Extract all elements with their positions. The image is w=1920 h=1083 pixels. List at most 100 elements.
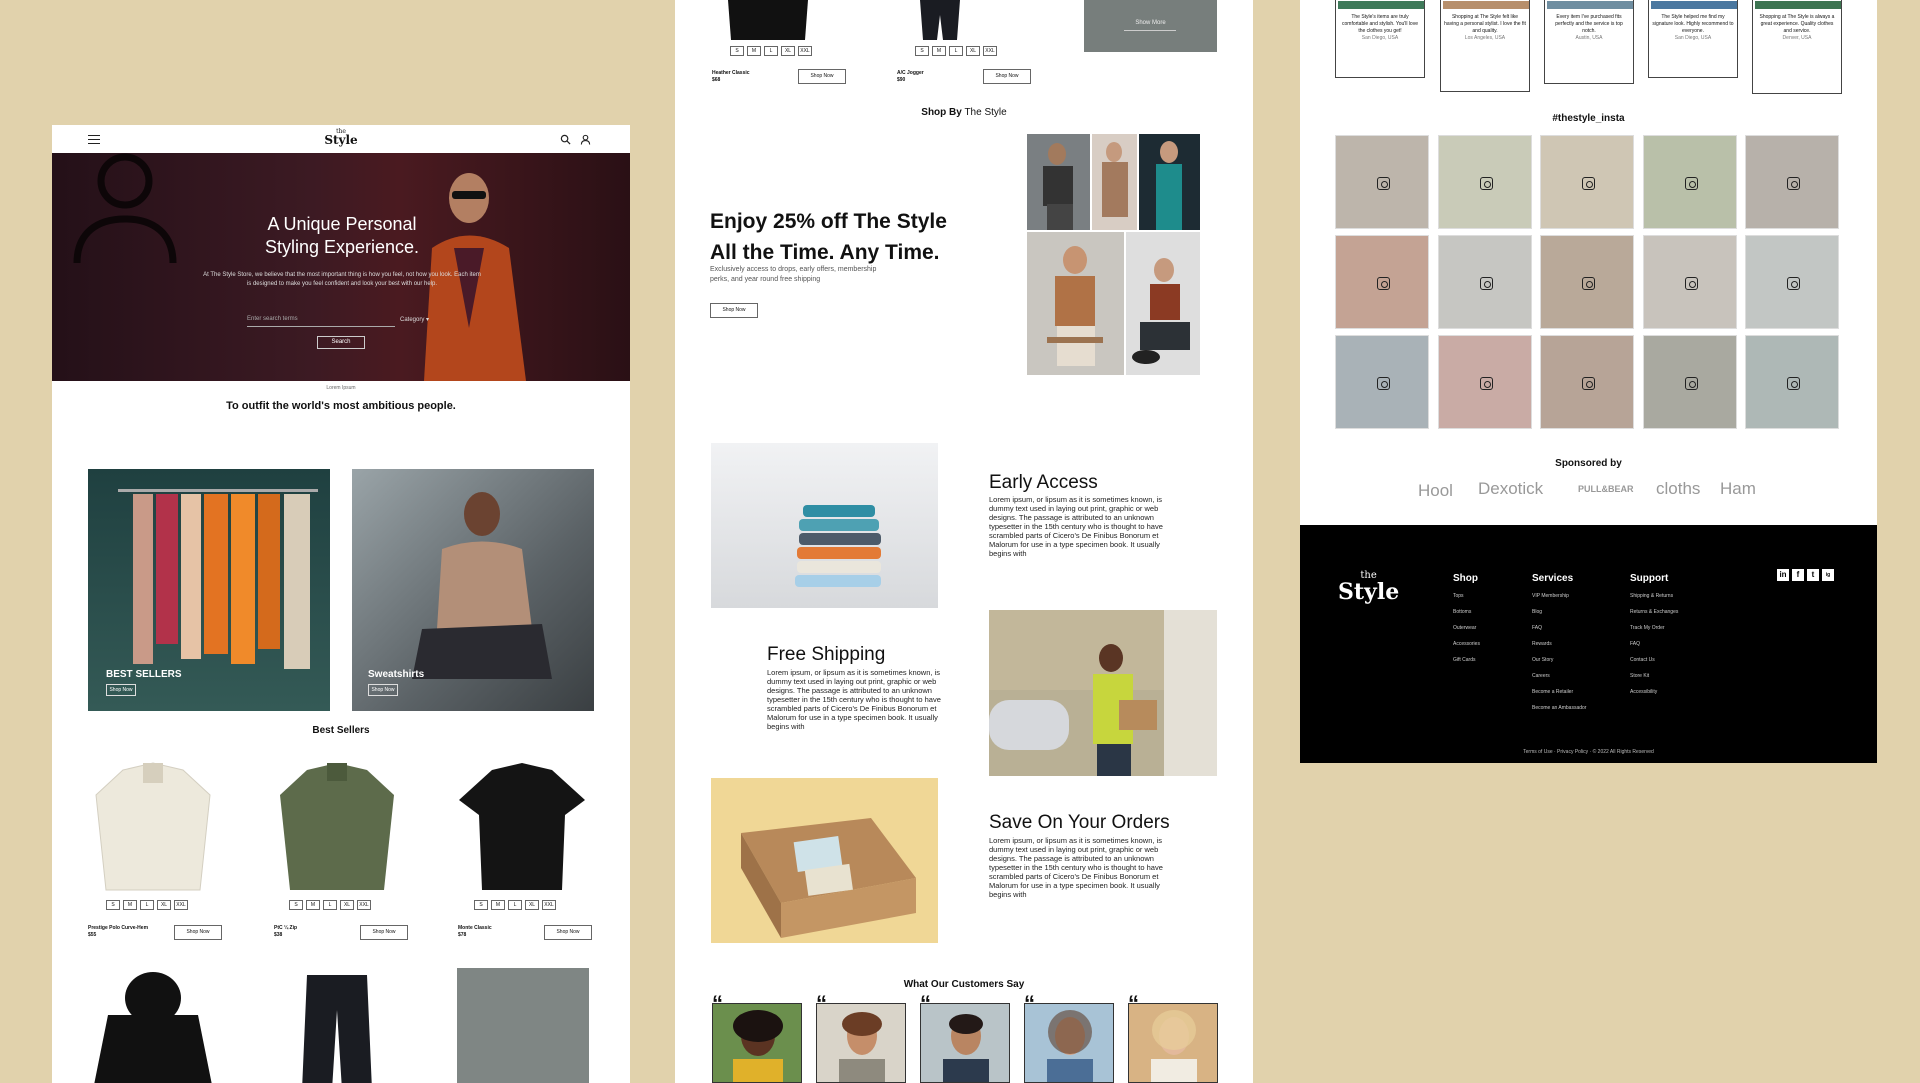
footer-link[interactable]: Rewards (1532, 636, 1586, 652)
footer-link[interactable]: Our Story (1532, 652, 1586, 668)
footer-link[interactable]: Returns & Exchanges (1630, 604, 1678, 620)
instagram-post[interactable] (1438, 235, 1532, 329)
sweatshirts-card[interactable]: Sweatshirts Shop Now (352, 469, 594, 711)
shop-now-button[interactable]: Shop Now (798, 69, 846, 84)
footer-link[interactable]: Become an Ambassador (1532, 700, 1586, 716)
instagram-post[interactable] (1643, 335, 1737, 429)
instagram-post[interactable] (1335, 135, 1429, 229)
instagram-post[interactable] (1745, 135, 1839, 229)
sponsor-logo[interactable]: Ham (1720, 479, 1756, 499)
shop-now-button[interactable]: Shop Now (360, 925, 408, 940)
footer-link[interactable]: Outerwear (1453, 620, 1480, 636)
size-option[interactable]: XXL (798, 46, 812, 56)
style-photo[interactable] (1126, 232, 1200, 375)
category-dropdown[interactable]: Category ▾ (400, 316, 429, 323)
instagram-post[interactable] (1540, 235, 1634, 329)
size-option[interactable]: S (915, 46, 929, 56)
instagram-post[interactable] (1335, 235, 1429, 329)
instagram-post[interactable] (1745, 235, 1839, 329)
instagram-post[interactable] (1540, 135, 1634, 229)
size-option[interactable]: XL (340, 900, 354, 910)
instagram-post[interactable] (1643, 235, 1737, 329)
product-image[interactable] (272, 970, 402, 1083)
shop-now-button[interactable]: Shop Now (544, 925, 592, 940)
shop-now-button[interactable]: Shop Now (983, 69, 1031, 84)
shop-now-button[interactable]: Shop Now (106, 684, 136, 696)
size-option[interactable]: L (140, 900, 154, 910)
size-option[interactable]: L (949, 46, 963, 56)
size-option[interactable]: L (323, 900, 337, 910)
search-input[interactable]: Enter search terms (247, 313, 395, 327)
style-photo[interactable] (1092, 134, 1137, 230)
size-option[interactable]: M (123, 900, 137, 910)
show-more-card[interactable]: Show More (1084, 0, 1217, 52)
size-option[interactable]: S (106, 900, 120, 910)
style-photo[interactable] (1139, 134, 1200, 230)
footer-link[interactable]: Accessibility (1630, 684, 1678, 700)
size-option[interactable]: XL (781, 46, 795, 56)
footer-link[interactable]: Become a Retailer (1532, 684, 1586, 700)
instagram-post[interactable] (1438, 335, 1532, 429)
size-option[interactable]: S (730, 46, 744, 56)
sponsor-logo[interactable]: Hool (1418, 481, 1453, 501)
size-option[interactable]: XXL (542, 900, 556, 910)
size-option[interactable]: M (306, 900, 320, 910)
twitter-icon[interactable]: t (1807, 569, 1819, 581)
size-option[interactable]: XXL (174, 900, 188, 910)
size-option[interactable]: XL (157, 900, 171, 910)
size-option[interactable]: L (508, 900, 522, 910)
instagram-post[interactable] (1438, 135, 1532, 229)
footer-link[interactable]: Blog (1532, 604, 1586, 620)
footer-link[interactable]: Shipping & Returns (1630, 588, 1678, 604)
logo[interactable]: the Style (52, 129, 630, 147)
linkedin-icon[interactable]: in (1777, 569, 1789, 581)
footer-link[interactable]: Careers (1532, 668, 1586, 684)
footer-link[interactable]: FAQ (1630, 636, 1678, 652)
search-icon[interactable] (559, 133, 571, 145)
size-option[interactable]: XL (966, 46, 980, 56)
size-option[interactable]: M (747, 46, 761, 56)
footer-link[interactable]: Bottoms (1453, 604, 1480, 620)
footer-link[interactable]: FAQ (1532, 620, 1586, 636)
shop-now-button[interactable]: Shop Now (174, 925, 222, 940)
instagram-icon[interactable]: ig (1822, 569, 1834, 581)
footer-logo[interactable]: the Style (1338, 571, 1399, 604)
best-sellers-card[interactable]: BEST SELLERS Shop Now (88, 469, 330, 711)
sponsor-logo[interactable]: Dexotick (1478, 479, 1543, 499)
sponsor-logo[interactable]: PULL&BEAR (1578, 484, 1634, 494)
style-photo[interactable] (1027, 232, 1124, 375)
instagram-post[interactable] (1643, 135, 1737, 229)
show-more-link[interactable]: Show More (1084, 20, 1217, 26)
style-photo[interactable] (1027, 134, 1090, 230)
sponsor-logo[interactable]: cloths (1656, 479, 1700, 499)
footer-link[interactable]: Accessories (1453, 636, 1480, 652)
shop-now-button[interactable]: Shop Now (710, 303, 758, 318)
size-option[interactable]: S (289, 900, 303, 910)
size-option[interactable]: XL (525, 900, 539, 910)
search-button[interactable]: Search (317, 336, 365, 349)
footer-link[interactable]: Contact Us (1630, 652, 1678, 668)
size-option[interactable]: XXL (983, 46, 997, 56)
instagram-post[interactable] (1335, 335, 1429, 429)
footer-link[interactable]: Gift Cards (1453, 652, 1480, 668)
footer-link[interactable]: Track My Order (1630, 620, 1678, 636)
product-image[interactable] (723, 0, 813, 44)
footer-link[interactable]: Store Kit (1630, 668, 1678, 684)
instagram-post[interactable] (1745, 335, 1839, 429)
product-image[interactable] (272, 755, 402, 895)
size-option[interactable]: M (491, 900, 505, 910)
size-option[interactable]: S (474, 900, 488, 910)
size-option[interactable]: M (932, 46, 946, 56)
facebook-icon[interactable]: f (1792, 569, 1804, 581)
product-image[interactable] (915, 0, 965, 44)
footer-link[interactable]: VIP Membership (1532, 588, 1586, 604)
product-image[interactable] (88, 970, 218, 1083)
size-option[interactable]: L (764, 46, 778, 56)
user-icon[interactable] (579, 133, 591, 145)
shop-now-button[interactable]: Shop Now (368, 684, 398, 696)
size-option[interactable]: XXL (357, 900, 371, 910)
show-more-image[interactable] (457, 968, 589, 1083)
product-image[interactable] (457, 755, 587, 895)
product-image[interactable] (88, 755, 218, 895)
footer-link[interactable]: Tops (1453, 588, 1480, 604)
